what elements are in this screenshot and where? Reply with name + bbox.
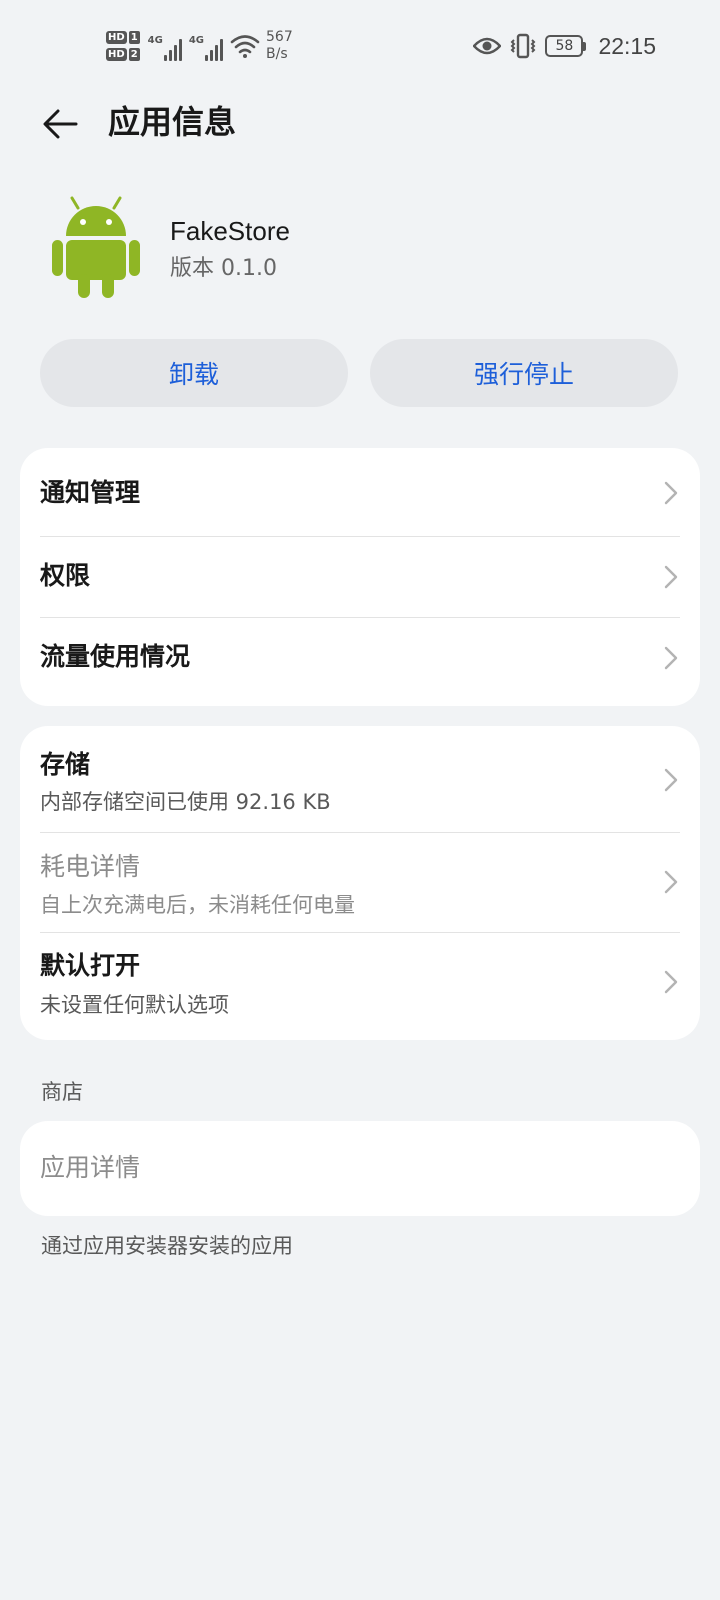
network-speed: 567 B/s — [266, 29, 293, 63]
store-card: 应用详情 — [20, 1121, 700, 1216]
signal-1-icon: 4G — [148, 31, 182, 61]
battery-level: 58 — [555, 38, 574, 54]
android-app-icon — [52, 196, 140, 298]
hd-badge: HD — [106, 48, 127, 61]
chevron-right-icon — [664, 481, 678, 505]
chevron-right-icon — [664, 565, 678, 589]
row-title: 权限 — [40, 561, 91, 590]
app-name: FakeStore — [170, 216, 290, 246]
chevron-right-icon — [664, 870, 678, 894]
status-left: HD 1 HD 2 4G 4G 567 B/s — [106, 24, 293, 68]
network-type-label: 4G — [188, 35, 205, 46]
row-subtitle: 自上次充满电后，未消耗任何电量 — [40, 893, 355, 917]
settings-card-general: 通知管理 权限 流量使用情况 — [20, 448, 700, 706]
hd-indicators: HD 1 HD 2 — [106, 31, 140, 61]
back-button[interactable] — [36, 100, 84, 148]
app-version: 版本 0.1.0 — [170, 256, 277, 281]
back-arrow-icon — [43, 109, 78, 139]
status-right: 58 22:15 — [473, 30, 656, 62]
wifi-icon — [230, 35, 260, 58]
permissions-row[interactable]: 权限 — [20, 537, 700, 618]
hd-indicator-1: HD 1 — [106, 31, 140, 44]
network-speed-unit: B/s — [266, 46, 288, 62]
row-title: 默认打开 — [40, 951, 141, 980]
row-title: 流量使用情况 — [40, 642, 191, 671]
network-speed-value: 567 — [266, 29, 293, 45]
uninstall-button[interactable]: 卸载 — [40, 339, 348, 407]
installer-note: 通过应用安装器安装的应用 — [41, 1234, 293, 1258]
row-subtitle: 内部存储空间已使用 92.16 KB — [40, 790, 331, 814]
chevron-right-icon — [664, 970, 678, 994]
battery-icon: 58 — [545, 35, 587, 57]
eye-comfort-icon — [473, 37, 502, 55]
app-details-row[interactable]: 应用详情 — [20, 1121, 700, 1216]
battery-usage-row[interactable]: 耗电详情 自上次充满电后，未消耗任何电量 — [20, 833, 700, 933]
vibrate-icon — [511, 33, 536, 59]
open-by-default-row[interactable]: 默认打开 未设置任何默认选项 — [20, 933, 700, 1040]
settings-card-details: 存储 内部存储空间已使用 92.16 KB 耗电详情 自上次充满电后，未消耗任何… — [20, 726, 700, 1040]
row-title: 应用详情 — [40, 1153, 141, 1182]
chevron-right-icon — [664, 646, 678, 670]
row-subtitle: 未设置任何默认选项 — [40, 993, 229, 1017]
hd-indicator-2: HD 2 — [106, 48, 140, 61]
signal-2-icon: 4G — [188, 31, 224, 61]
page-title: 应用信息 — [108, 103, 237, 141]
network-type-label: 4G — [147, 35, 163, 46]
notification-management-row[interactable]: 通知管理 — [20, 448, 700, 537]
row-title: 通知管理 — [40, 478, 141, 507]
sim-slot-number: 2 — [128, 48, 140, 61]
status-bar: HD 1 HD 2 4G 4G 567 B/s 58 22:15 — [0, 0, 720, 96]
sim-slot-number: 1 — [128, 31, 140, 44]
chevron-right-icon — [664, 768, 678, 792]
row-title: 耗电详情 — [40, 852, 141, 881]
row-title: 存储 — [40, 750, 91, 779]
data-usage-row[interactable]: 流量使用情况 — [20, 618, 700, 706]
force-stop-button[interactable]: 强行停止 — [370, 339, 678, 407]
store-section-label: 商店 — [41, 1080, 83, 1104]
hd-badge: HD — [106, 31, 127, 44]
app-header: 应用信息 — [0, 90, 720, 156]
status-time: 22:15 — [598, 32, 656, 59]
storage-row[interactable]: 存储 内部存储空间已使用 92.16 KB — [20, 726, 700, 833]
